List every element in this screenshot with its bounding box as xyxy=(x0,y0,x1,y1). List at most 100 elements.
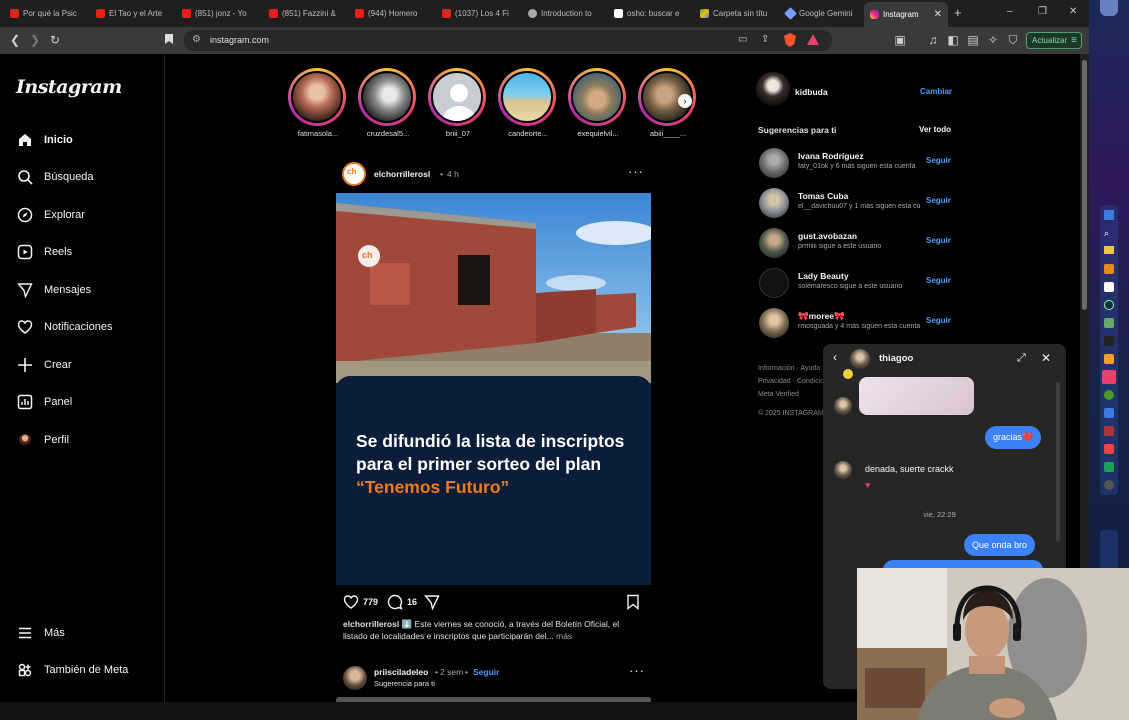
browser-tab[interactable]: osho: buscar e xyxy=(608,4,690,23)
sidebar-icon[interactable]: ◧ xyxy=(946,33,960,47)
chat-avatar[interactable] xyxy=(850,349,870,369)
chat-scrollbar[interactable] xyxy=(1056,382,1060,542)
sidebar-panel-icon[interactable]: ▣ xyxy=(893,33,907,47)
nav-item-explorar[interactable]: Explorar xyxy=(16,203,85,227)
app-icon[interactable] xyxy=(1104,354,1114,364)
footer-line[interactable]: Información · Ayuda xyxy=(758,362,828,375)
address-bar[interactable]: ⚙ instagram.com ▭ ⇪ xyxy=(184,30,832,51)
vpn-icon[interactable]: ⛉ xyxy=(1006,33,1020,47)
nav-item-panel[interactable]: Panel xyxy=(16,390,72,414)
share-icon[interactable]: ⇪ xyxy=(761,34,769,45)
nav-item-perfil[interactable]: Perfil xyxy=(16,428,69,452)
post2-options-icon[interactable]: ··· xyxy=(629,663,645,678)
nav-item-mensajes[interactable]: Mensajes xyxy=(16,278,91,302)
close-window-button[interactable]: ✕ xyxy=(1069,6,1077,17)
browser-tab[interactable]: Por qué la Psic xyxy=(4,4,86,23)
browser-tab-active[interactable]: Instagram ✕ xyxy=(864,2,948,27)
app-icon[interactable] xyxy=(1104,480,1114,490)
chat-back-icon[interactable]: ‹ xyxy=(833,350,837,364)
browser-tab[interactable]: (851) Fazzini & xyxy=(263,4,345,23)
app-icon[interactable] xyxy=(1104,408,1114,418)
nav-item-reels[interactable]: Reels xyxy=(16,240,72,264)
app-icon[interactable] xyxy=(1104,444,1114,454)
nav-item-crear[interactable]: Crear xyxy=(16,353,72,377)
app-icon[interactable] xyxy=(1104,426,1114,436)
app-icon[interactable] xyxy=(1104,318,1114,328)
brave-rewards-icon[interactable] xyxy=(807,34,819,45)
leo-ai-icon[interactable]: ✧ xyxy=(986,33,1000,47)
post-image[interactable]: ch Se difundió la lista de inscriptos pa… xyxy=(336,193,651,585)
browser-tab[interactable]: (1037) Los 4 Fi xyxy=(436,4,518,23)
footer-line[interactable]: Meta Verified xyxy=(758,388,828,401)
follow-button[interactable]: Seguir xyxy=(926,316,951,325)
follow-button[interactable]: Seguir xyxy=(926,196,951,205)
search-icon[interactable]: ⌕ xyxy=(1104,228,1109,239)
instagram-logo[interactable]: Instagram xyxy=(16,76,122,98)
forward-icon[interactable]: ❯ xyxy=(28,33,42,47)
suggestion-item[interactable]: gust.avobazan prrriiiii sigue a este usu… xyxy=(756,226,956,260)
music-icon[interactable]: ♫ xyxy=(926,33,940,47)
nav-item-notificaciones[interactable]: Notificaciones xyxy=(16,315,112,339)
share-icon[interactable] xyxy=(423,594,440,615)
save-icon[interactable] xyxy=(626,594,640,615)
app-icon[interactable] xyxy=(1104,336,1114,346)
footer-line[interactable]: Privacidad · Condiciones xyxy=(758,375,828,388)
caption-more[interactable]: más xyxy=(556,631,572,641)
close-tab-icon[interactable]: ✕ xyxy=(934,9,942,20)
nav-item-inicio[interactable]: Inicio xyxy=(16,128,73,152)
suggestion-name[interactable]: Lady Beauty xyxy=(798,271,849,281)
suggestion-item[interactable]: Ivana Rodríguez faty_01ok y 6 más siguen… xyxy=(756,146,956,180)
story-item[interactable]: fatimasola... xyxy=(288,68,348,138)
scrollbar-thumb[interactable] xyxy=(1082,60,1087,310)
like-icon[interactable] xyxy=(343,594,359,615)
suggestion-item[interactable]: 🎀moree🎀 rmosguada y 4 más siguen esta cu… xyxy=(756,306,956,340)
switch-account-link[interactable]: Cambiar xyxy=(920,87,952,96)
suggestion-name[interactable]: 🎀moree🎀 xyxy=(798,311,845,322)
brave-icon[interactable] xyxy=(1102,370,1116,384)
cast-icon[interactable]: ▭ xyxy=(738,34,747,45)
browser-tab[interactable]: (944) Homero xyxy=(349,4,431,23)
post-options-icon[interactable]: ··· xyxy=(628,164,644,179)
site-info-icon[interactable]: ⚙ xyxy=(192,34,201,45)
nav-item-meta[interactable]: También de Meta xyxy=(16,658,128,682)
update-button[interactable]: Actualizar ≡ xyxy=(1026,32,1082,49)
current-username[interactable]: kidbuda xyxy=(795,87,828,97)
new-tab-button[interactable]: + xyxy=(954,5,962,20)
top-dock-icon[interactable] xyxy=(1100,0,1118,16)
post-author[interactable]: elchorrillerosl xyxy=(374,169,430,179)
folder-icon[interactable] xyxy=(1104,246,1114,254)
suggestion-name[interactable]: gust.avobazan xyxy=(798,231,857,241)
browser-tab[interactable]: Carpeta sin títu xyxy=(694,4,776,23)
close-chat-icon[interactable]: ✕ xyxy=(1041,351,1051,365)
stories-next-button[interactable]: › xyxy=(678,94,692,108)
comment-icon[interactable] xyxy=(387,594,403,615)
nav-item-busqueda[interactable]: Búsqueda xyxy=(16,165,94,189)
story-item[interactable]: cruzdesal5... xyxy=(358,68,418,138)
suggestion-item[interactable]: Lady Beauty solemaresco sigue a este usu… xyxy=(756,266,956,300)
brave-shield-icon[interactable] xyxy=(784,33,796,47)
suggestion-name[interactable]: Ivana Rodríguez xyxy=(798,151,864,161)
see-all-link[interactable]: Ver todo xyxy=(919,125,951,134)
back-icon[interactable]: ❮ xyxy=(8,33,22,47)
chat-username[interactable]: thiagoo xyxy=(879,353,913,364)
story-item[interactable]: briii_07 xyxy=(428,68,488,138)
app-icon[interactable] xyxy=(1104,462,1114,472)
suggestion-name[interactable]: Tomas Cuba xyxy=(798,191,848,201)
maximize-button[interactable]: ❐ xyxy=(1038,6,1047,17)
current-user-avatar[interactable] xyxy=(756,72,790,106)
minimize-button[interactable]: – xyxy=(1007,6,1013,17)
caption-author[interactable]: elchorrillerosl xyxy=(343,619,399,629)
app-icon[interactable] xyxy=(1104,390,1114,400)
app-icon[interactable] xyxy=(1104,264,1114,274)
wallet-icon[interactable]: ▤ xyxy=(966,33,980,47)
post2-author-avatar[interactable] xyxy=(343,666,367,690)
windows-icon[interactable] xyxy=(1104,210,1114,220)
app-icon[interactable] xyxy=(1104,282,1114,292)
browser-tab[interactable]: Google Gemini xyxy=(780,4,862,23)
nav-item-mas[interactable]: Más xyxy=(16,621,65,645)
post-author-avatar[interactable]: ch xyxy=(342,162,366,186)
story-item[interactable]: exequielvil... xyxy=(568,68,628,138)
suggestion-item[interactable]: Tomas Cuba el__davichuu07 y 1 más siguen… xyxy=(756,186,956,220)
browser-tab[interactable]: El Tao y el Arte xyxy=(90,4,172,23)
reload-icon[interactable]: ↻ xyxy=(48,33,62,47)
